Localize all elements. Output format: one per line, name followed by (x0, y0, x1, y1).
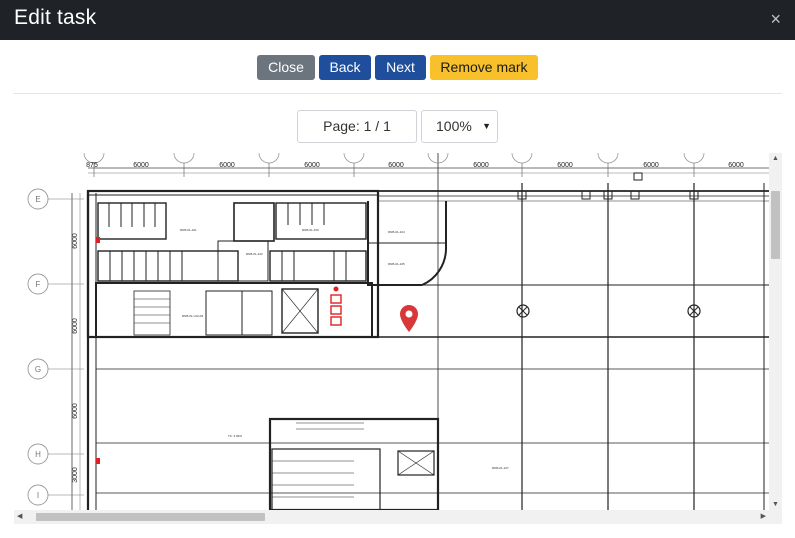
grid-axis-marker (683, 153, 705, 164)
row-axis-label: F (36, 280, 41, 289)
vertical-scroll-thumb[interactable] (771, 191, 780, 259)
column-dimension-label: 6000 (643, 162, 659, 169)
zoom-value: 100% (436, 118, 472, 134)
svg-text:RNB-01-101: RNB-01-101 (180, 228, 197, 232)
page-indicator[interactable]: Page: 1 / 1 (297, 110, 417, 143)
grid-axis-marker (511, 153, 533, 164)
scroll-down-icon[interactable]: ▼ (772, 501, 779, 508)
svg-text:RNB-01-105: RNB-01-105 (388, 262, 405, 266)
toolbar: Close Back Next Remove mark (0, 55, 795, 80)
svg-text:TK: 3.99%: TK: 3.99% (228, 434, 242, 438)
row-axis-label: H (35, 450, 41, 459)
horizontal-scrollbar[interactable]: ◀ ▶ (14, 510, 782, 524)
horizontal-scroll-thumb[interactable] (36, 513, 265, 521)
column-dimension-label: 6000 (728, 162, 744, 169)
close-button[interactable]: Close (257, 55, 315, 80)
floorplan-drawing[interactable]: RNB-01-101 RNB-01-106 RNB-01-104 RNB-01-… (14, 153, 769, 510)
column-dimension-label: 6000 (133, 162, 149, 169)
scroll-left-icon[interactable]: ◀ (17, 513, 22, 520)
modal-title: Edit task (14, 6, 97, 29)
row-axis-label: G (35, 365, 41, 374)
column-dimension-label: 6000 (473, 162, 489, 169)
grid-axis-marker (597, 153, 619, 164)
row-axis-label: E (35, 195, 40, 204)
grid-axis-marker (343, 153, 365, 164)
remove-mark-button[interactable]: Remove mark (430, 55, 538, 80)
row-dimension-label: 6000 (72, 318, 79, 334)
next-button[interactable]: Next (375, 55, 426, 80)
column-dimension-label: 6000 (388, 162, 404, 169)
close-icon[interactable]: × (770, 9, 781, 30)
grid-axis-marker (258, 153, 280, 164)
svg-text:RNB-01-UG103: RNB-01-UG103 (182, 314, 204, 318)
back-button[interactable]: Back (319, 55, 371, 80)
scroll-up-icon[interactable]: ▲ (772, 155, 779, 162)
column-dimension-label: 6000 (304, 162, 320, 169)
svg-text:RNB-01-106: RNB-01-106 (302, 228, 319, 232)
location-pin-icon[interactable] (400, 305, 418, 333)
column-dimension-label: 6000 (219, 162, 235, 169)
column-dimension-label: 875 (86, 162, 98, 169)
vertical-scrollbar[interactable]: ▲ ▼ (769, 153, 782, 510)
svg-text:RNB-01-107: RNB-01-107 (492, 466, 509, 470)
grid-axis-marker (173, 153, 195, 164)
svg-text:RNB-01-104: RNB-01-104 (388, 230, 405, 234)
row-axis-label: I (37, 491, 39, 500)
modal-header: Edit task × (0, 0, 795, 40)
svg-text:RNB-01-102: RNB-01-102 (246, 252, 263, 256)
row-dimension-label: 3000 (72, 467, 79, 483)
floorplan-viewer[interactable]: RNB-01-101 RNB-01-106 RNB-01-104 RNB-01-… (14, 153, 782, 524)
column-dimension-label: 6000 (557, 162, 573, 169)
row-dimension-label: 6000 (72, 403, 79, 419)
scroll-right-icon[interactable]: ▶ (761, 513, 766, 520)
row-dimension-label: 6000 (72, 233, 79, 249)
chevron-down-icon: ▼ (482, 121, 491, 131)
divider (13, 93, 782, 94)
zoom-select[interactable]: 100% ▼ (421, 110, 498, 143)
